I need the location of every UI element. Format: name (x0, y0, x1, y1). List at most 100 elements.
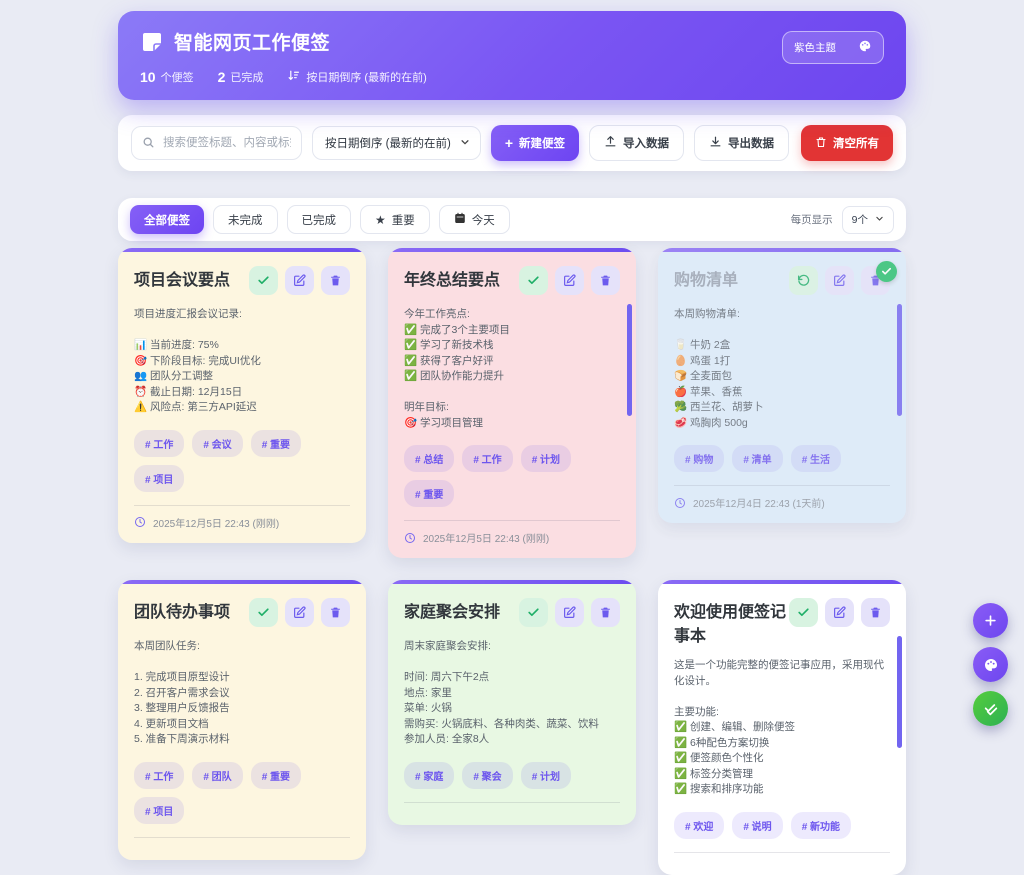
edit-note-button[interactable] (285, 598, 314, 627)
note-card-family-gathering: 家庭聚会安排 周末家庭聚会安排: 时间: 周六下午2点 地点: 家里 菜单: 火… (388, 580, 636, 825)
stat-total: 10 个便签 (140, 69, 194, 85)
new-note-button[interactable]: + 新建便签 (491, 125, 579, 161)
divider (674, 485, 890, 486)
search-input[interactable] (131, 126, 302, 160)
app-header: 智能网页工作便签 紫色主题 10 个便签 2 已完成 按日期倒序 (最新的在前) (118, 11, 906, 100)
pencil-square-icon (833, 274, 846, 287)
undo-complete-button[interactable] (789, 266, 818, 295)
note-tag[interactable]: # 工作 (134, 430, 184, 457)
note-time-text: 2025年12月5日 22:43 (刚刚) (423, 530, 549, 545)
sort-info: 按日期倒序 (最新的在前) (287, 69, 426, 85)
stat-total-label: 个便签 (161, 69, 194, 85)
fab-theme-button[interactable] (973, 647, 1008, 682)
filter-important-label: 重要 (392, 212, 415, 228)
note-time-text: 2025年12月4日 22:43 (1天前) (693, 495, 825, 510)
filter-tab-undone[interactable]: 未完成 (213, 205, 278, 234)
complete-note-button[interactable] (519, 266, 548, 295)
note-tag[interactable]: # 工作 (462, 445, 512, 472)
export-data-button[interactable]: 导出数据 (694, 125, 789, 161)
note-scrollbar[interactable] (897, 304, 902, 416)
note-tag[interactable]: # 计划 (521, 762, 571, 789)
edit-note-button[interactable] (555, 266, 584, 295)
note-tag[interactable]: # 计划 (521, 445, 571, 472)
note-tag[interactable]: # 重要 (251, 762, 301, 789)
note-content: 项目进度汇报会议记录: 📊 当前进度: 75% 🎯 下阶段目标: 完成UI优化 … (134, 307, 350, 416)
delete-note-button[interactable] (591, 598, 620, 627)
note-accent-bar (118, 580, 366, 584)
note-title: 项目会议要点 (134, 266, 230, 290)
filter-tab-important[interactable]: ★ 重要 (360, 205, 430, 234)
filter-tab-done[interactable]: 已完成 (287, 205, 352, 234)
stat-done: 2 已完成 (218, 69, 264, 85)
import-data-button[interactable]: 导入数据 (589, 125, 684, 161)
theme-button[interactable]: 紫色主题 (782, 31, 884, 64)
note-accent-bar (658, 580, 906, 584)
note-tag[interactable]: # 重要 (404, 480, 454, 507)
export-label: 导出数据 (728, 135, 774, 151)
note-title: 家庭聚会安排 (404, 598, 500, 622)
complete-note-button[interactable] (789, 598, 818, 627)
complete-note-button[interactable] (249, 598, 278, 627)
pencil-square-icon (293, 274, 306, 287)
stat-done-label: 已完成 (230, 69, 263, 85)
pencil-square-icon (833, 606, 846, 619)
note-scrollbar[interactable] (627, 304, 632, 416)
filter-done-label: 已完成 (302, 212, 337, 228)
delete-note-button[interactable] (591, 266, 620, 295)
edit-note-button[interactable] (825, 266, 854, 295)
complete-note-button[interactable] (249, 266, 278, 295)
sort-select[interactable]: 按日期倒序 (最新的在前) (312, 126, 481, 160)
chevron-down-icon (460, 137, 470, 150)
note-tag[interactable]: # 重要 (251, 430, 301, 457)
note-tag[interactable]: # 项目 (134, 465, 184, 492)
note-tag[interactable]: # 购物 (674, 445, 724, 472)
delete-note-button[interactable] (861, 598, 890, 627)
calendar-icon (454, 212, 466, 227)
clear-all-button[interactable]: 清空所有 (801, 125, 893, 161)
edit-note-button[interactable] (825, 598, 854, 627)
upload-icon (604, 135, 617, 151)
divider (134, 837, 350, 838)
note-content: 本周团队任务: 1. 完成项目原型设计 2. 召开客户需求会议 3. 整理用户反… (134, 639, 350, 748)
note-tag[interactable]: # 会议 (192, 430, 242, 457)
delete-note-button[interactable] (321, 598, 350, 627)
plus-icon (983, 613, 998, 628)
note-scrollbar[interactable] (897, 636, 902, 748)
note-content: 本周购物清单: 🥛 牛奶 2盒 🥚 鸡蛋 1打 🍞 全麦面包 🍎 苹果、香蕉 🥦… (674, 307, 890, 431)
note-tag[interactable]: # 生活 (791, 445, 841, 472)
trash-icon (599, 606, 612, 619)
download-icon (709, 135, 722, 151)
edit-note-button[interactable] (285, 266, 314, 295)
chevron-down-icon (875, 214, 884, 226)
note-timestamp: 2025年12月5日 22:43 (刚刚) (134, 515, 350, 530)
per-page-label: 每页显示 (791, 212, 833, 227)
note-content: 今年工作亮点: ✅ 完成了3个主要项目 ✅ 学习了新技术栈 ✅ 获得了客户好评 … (404, 307, 620, 431)
check-icon (797, 606, 810, 619)
note-tag[interactable]: # 项目 (134, 797, 184, 824)
trash-icon (815, 136, 827, 151)
edit-note-button[interactable] (555, 598, 584, 627)
note-tag[interactable]: # 欢迎 (674, 812, 724, 839)
note-tag[interactable]: # 清单 (732, 445, 782, 472)
pencil-square-icon (293, 606, 306, 619)
note-tag[interactable]: # 总结 (404, 445, 454, 472)
note-card-project-meeting: 项目会议要点 项目进度汇报会议记录: 📊 当前进度: 75% 🎯 下阶段目标: … (118, 248, 366, 543)
note-tag[interactable]: # 新功能 (791, 812, 851, 839)
check-icon (257, 274, 270, 287)
note-tag[interactable]: # 工作 (134, 762, 184, 789)
delete-note-button[interactable] (321, 266, 350, 295)
note-tag[interactable]: # 说明 (732, 812, 782, 839)
filter-tab-today[interactable]: 今天 (439, 205, 510, 234)
note-accent-bar (388, 248, 636, 252)
note-card-year-summary: 年终总结要点 今年工作亮点: ✅ 完成了3个主要项目 ✅ 学习了新技术栈 ✅ 获… (388, 248, 636, 558)
note-title: 年终总结要点 (404, 266, 500, 290)
note-tag[interactable]: # 家庭 (404, 762, 454, 789)
fab-new-note-button[interactable] (973, 603, 1008, 638)
filter-tab-all[interactable]: 全部便签 (130, 205, 204, 234)
divider (404, 520, 620, 521)
fab-complete-all-button[interactable] (973, 691, 1008, 726)
note-tag[interactable]: # 聚会 (462, 762, 512, 789)
complete-note-button[interactable] (519, 598, 548, 627)
per-page-select[interactable]: 9个 (842, 206, 894, 234)
note-tag[interactable]: # 团队 (192, 762, 242, 789)
